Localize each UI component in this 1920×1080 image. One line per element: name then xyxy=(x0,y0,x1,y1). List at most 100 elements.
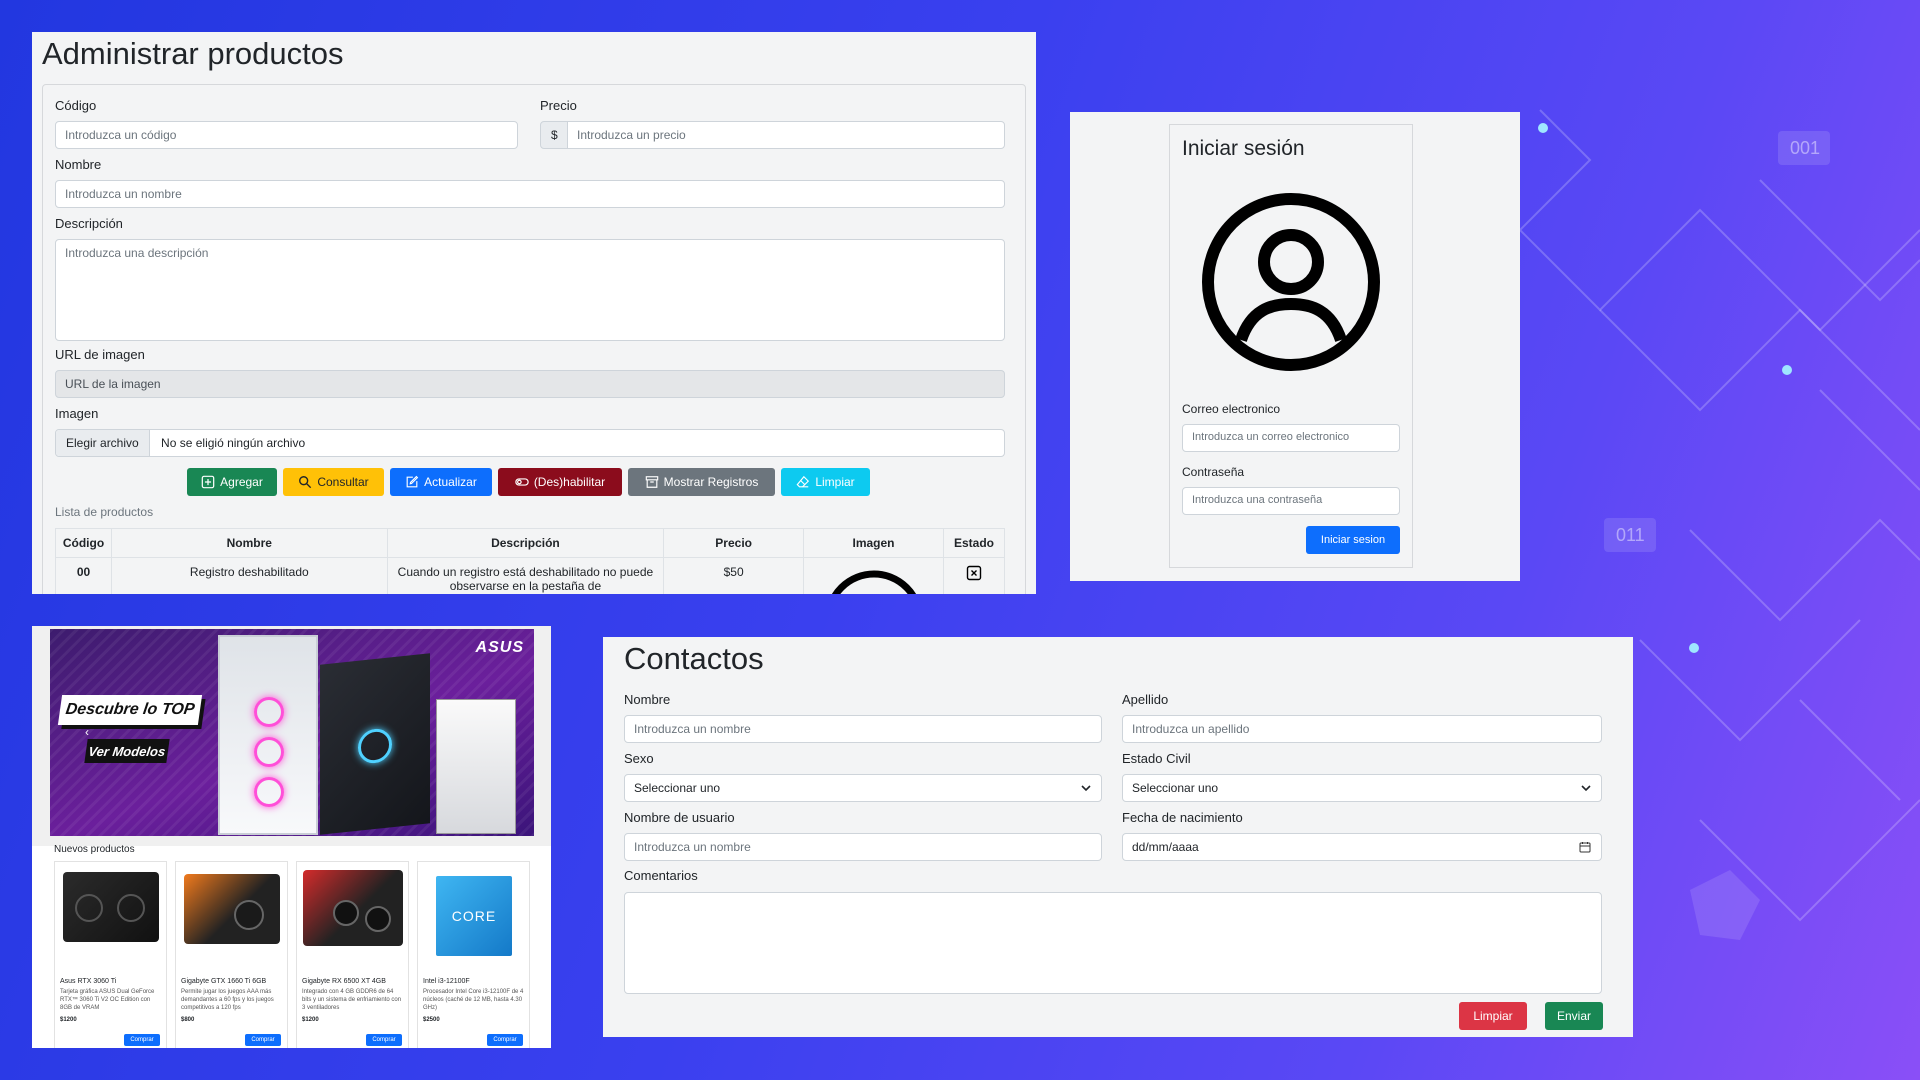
comentarios-textarea[interactable] xyxy=(624,892,1602,994)
descripcion-textarea[interactable]: Introduzca una descripción xyxy=(55,239,1005,341)
user-circle-icon xyxy=(831,570,916,594)
apellido-label: Apellido xyxy=(1122,692,1169,707)
carousel-prev-icon[interactable]: ‹ xyxy=(85,725,89,739)
table-header: Estado xyxy=(942,528,1006,558)
contact-title: Contactos xyxy=(624,641,764,676)
buy-button[interactable]: Comprar xyxy=(245,1034,281,1046)
product-price: $1200 xyxy=(302,1017,319,1023)
banner-brand: ASUS xyxy=(475,639,524,656)
admin-products-panel: Administrar productos Código Introduzca … xyxy=(32,32,1036,594)
limpiar-button[interactable]: Limpiar xyxy=(781,468,870,496)
estado-civil-label: Estado Civil xyxy=(1122,751,1191,766)
contact-panel: Contactos Nombre Introduzca un nombre Ap… xyxy=(603,637,1633,1037)
precio-input[interactable]: Introduzca un precio xyxy=(567,121,1005,149)
buy-button[interactable]: Comprar xyxy=(487,1034,523,1046)
svg-text:001: 001 xyxy=(1790,138,1820,158)
cell-nombre: Registro deshabilitado xyxy=(110,557,388,594)
svg-text:011: 011 xyxy=(1616,525,1645,545)
chevron-down-icon xyxy=(1581,785,1591,792)
login-panel: Iniciar sesión Correo electronico Introd… xyxy=(1070,112,1520,581)
chevron-down-icon xyxy=(1081,785,1091,792)
product-card: CORE Intel i3-12100F Procesador Intel Co… xyxy=(417,861,530,1048)
shop-panel: Descubre lo TOP Ver Modelos ‹ ASUS Nuevo… xyxy=(32,626,551,1048)
limpiar-button[interactable]: Limpiar xyxy=(1459,1002,1527,1030)
product-card: Gigabyte GTX 1660 Ti 6GB Permite jugar l… xyxy=(175,861,288,1048)
product-name: Asus RTX 3060 Ti xyxy=(60,978,117,985)
fecha-value: dd/mm/aaaa xyxy=(1132,840,1199,854)
cell-precio: $50 xyxy=(663,557,805,594)
choose-file-button[interactable]: Elegir archivo xyxy=(56,430,150,456)
eraser-icon xyxy=(796,475,810,488)
disabled-x-square-icon[interactable] xyxy=(966,565,982,581)
promo-banner[interactable]: Descubre lo TOP Ver Modelos ‹ ASUS xyxy=(50,629,534,836)
fecha-label: Fecha de nacimiento xyxy=(1122,810,1243,825)
table-header: Precio xyxy=(663,528,805,558)
nombre-input[interactable]: Introduzca un nombre xyxy=(624,715,1102,743)
banner-cta[interactable]: Ver Modelos xyxy=(84,739,170,763)
fecha-input[interactable]: dd/mm/aaaa xyxy=(1122,833,1602,861)
codigo-input[interactable]: Introduzca un código xyxy=(55,121,518,149)
edit-icon xyxy=(406,475,419,488)
file-input[interactable]: Elegir archivo No se eligió ningún archi… xyxy=(55,429,1005,457)
actualizar-button[interactable]: Actualizar xyxy=(390,468,492,496)
table-header: Descripción xyxy=(386,528,665,558)
product-price: $2500 xyxy=(423,1017,440,1023)
banner-cta-label: Ver Modelos xyxy=(87,743,167,759)
banner-headline-box: Descubre lo TOP xyxy=(57,695,203,725)
pc-case-image xyxy=(320,653,430,835)
file-status: No se eligió ningún archivo xyxy=(161,436,306,450)
product-desc: Integrado con 4 GB GDDR6 de 64 bits y un… xyxy=(302,989,402,1011)
login-submit-button[interactable]: Iniciar sesion xyxy=(1306,526,1400,554)
product-price: $800 xyxy=(181,1017,195,1023)
section-title: Nuevos productos xyxy=(54,844,135,855)
product-desc: Procesador Intel Core i3-12100F de 4 núc… xyxy=(423,989,524,1011)
consultar-button[interactable]: Consultar xyxy=(283,468,384,496)
product-card: Asus RTX 3060 Ti Tarjeta gráfica ASUS Du… xyxy=(54,861,167,1048)
url-label: URL de imagen xyxy=(55,347,145,362)
enviar-button[interactable]: Enviar xyxy=(1545,1002,1603,1030)
table-header: Nombre xyxy=(110,528,388,558)
product-image xyxy=(303,870,403,946)
toggle-enable-button[interactable]: (Des)habilitar xyxy=(498,468,622,496)
password-label: Contraseña xyxy=(1182,465,1245,479)
archive-icon xyxy=(645,476,658,488)
toggle-icon xyxy=(515,478,529,486)
calendar-icon[interactable] xyxy=(1579,841,1591,853)
product-image xyxy=(184,874,280,944)
product-image xyxy=(63,872,159,942)
product-image: CORE xyxy=(436,876,512,956)
product-form-card: Código Introduzca un código Precio $ Int… xyxy=(42,84,1026,594)
table-caption: Lista de productos xyxy=(55,505,154,519)
password-input[interactable]: Introduzca una contraseña xyxy=(1182,487,1400,515)
login-title: Iniciar sesión xyxy=(1182,137,1305,160)
table-header: Imagen xyxy=(803,528,944,558)
usuario-label: Nombre de usuario xyxy=(624,810,735,825)
nombre-label: Nombre xyxy=(624,692,671,707)
product-price: $1200 xyxy=(60,1017,77,1023)
cell-codigo: 00 xyxy=(55,557,112,594)
email-input[interactable]: Introduzca un correo electronico xyxy=(1182,424,1400,452)
limpiar-label: Limpiar xyxy=(815,475,855,489)
imagen-label: Imagen xyxy=(55,406,99,421)
products-table: Código Nombre Descripción Precio Imagen … xyxy=(55,528,1006,594)
consultar-label: Consultar xyxy=(317,475,369,489)
mostrar-registros-label: Mostrar Registros xyxy=(663,475,759,489)
apellido-input[interactable]: Introduzca un apellido xyxy=(1122,715,1602,743)
product-desc: Tarjeta gráfica ASUS Dual GeForce RTX™ 3… xyxy=(60,989,155,1011)
nombre-input[interactable]: Introduzca un nombre xyxy=(55,180,1005,208)
toggle-enable-label: (Des)habilitar xyxy=(533,475,606,489)
mostrar-registros-button[interactable]: Mostrar Registros xyxy=(628,468,775,496)
cell-imagen xyxy=(803,557,944,594)
precio-label: Precio xyxy=(540,98,577,113)
sexo-select[interactable]: Seleccionar uno xyxy=(624,774,1102,802)
buy-button[interactable]: Comprar xyxy=(366,1034,402,1046)
table-row: 00 Registro deshabilitado Cuando un regi… xyxy=(55,557,1006,594)
sexo-selected-value: Seleccionar uno xyxy=(634,781,721,795)
estado-civil-select[interactable]: Seleccionar uno xyxy=(1122,774,1602,802)
descripcion-label: Descripción xyxy=(55,216,123,231)
agregar-button[interactable]: Agregar xyxy=(187,468,277,496)
table-header: Código xyxy=(55,528,112,558)
usuario-input[interactable]: Introduzca un nombre xyxy=(624,833,1102,861)
buy-button[interactable]: Comprar xyxy=(124,1034,160,1046)
product-name: Gigabyte RX 6500 XT 4GB xyxy=(302,978,386,985)
